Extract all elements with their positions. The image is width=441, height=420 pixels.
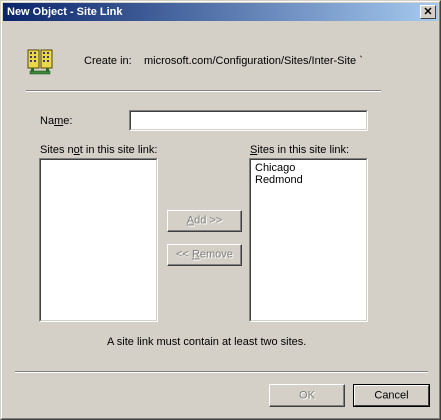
remove-button-label: << Remove xyxy=(176,248,233,261)
remove-button[interactable]: << Remove xyxy=(167,244,242,266)
sites-not-in-list[interactable] xyxy=(39,158,158,322)
sites-not-in-label: Sites not in this site link: xyxy=(40,144,158,156)
add-button-label: Add >> xyxy=(186,214,223,227)
title-bar[interactable]: New Object - Site Link ✕ xyxy=(3,3,438,21)
info-note: A site link must contain at least two si… xyxy=(107,336,307,348)
name-label: Name: xyxy=(40,115,73,127)
close-button[interactable]: ✕ xyxy=(420,5,436,19)
name-input[interactable] xyxy=(129,110,368,131)
site-link-buildings-icon xyxy=(26,46,58,78)
footer-separator xyxy=(15,371,428,373)
cancel-button-label: Cancel xyxy=(374,389,409,401)
cancel-button[interactable]: Cancel xyxy=(353,384,430,407)
sites-in-label: Sites in this site link: xyxy=(250,144,350,156)
ok-button[interactable]: OK xyxy=(269,384,345,407)
sites-in-list[interactable]: Chicago Redmond xyxy=(249,158,368,322)
close-icon: ✕ xyxy=(423,6,433,18)
dialog-window: New Object - Site Link ✕ Create in: micr… xyxy=(0,0,441,420)
header-separator xyxy=(26,90,381,92)
create-in-label: Create in: xyxy=(84,55,132,67)
window-title: New Object - Site Link xyxy=(7,6,123,18)
list-item[interactable]: Chicago xyxy=(252,162,303,174)
add-button[interactable]: Add >> xyxy=(167,210,242,232)
create-in-path: microsoft.com/Configuration/Sites/Inter-… xyxy=(144,55,363,67)
list-item[interactable]: Redmond xyxy=(252,174,303,186)
ok-button-label: OK xyxy=(299,389,315,401)
